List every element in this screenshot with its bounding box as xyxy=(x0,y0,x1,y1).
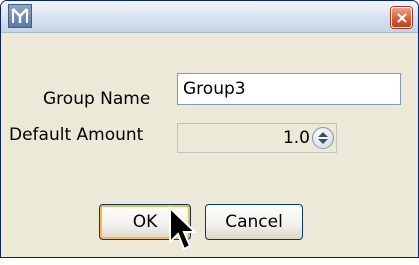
spinner-arrows-icon[interactable] xyxy=(312,127,334,149)
group-dialog-window: Group Name Group3 Default Amount 1.0 OK … xyxy=(0,0,419,258)
cancel-button[interactable]: Cancel xyxy=(205,204,303,240)
default-amount-label: Default Amount xyxy=(9,125,144,145)
default-amount-spinner[interactable]: 1.0 xyxy=(177,123,337,153)
group-name-label: Group Name xyxy=(43,89,151,109)
title-bar[interactable] xyxy=(1,1,418,33)
app-logo-icon xyxy=(8,4,32,28)
group-name-value: Group3 xyxy=(183,79,246,99)
mouse-cursor-icon xyxy=(169,206,197,251)
close-button[interactable] xyxy=(391,7,412,28)
close-icon xyxy=(397,13,407,23)
group-name-input[interactable]: Group3 xyxy=(177,73,401,105)
default-amount-value: 1.0 xyxy=(282,128,310,148)
